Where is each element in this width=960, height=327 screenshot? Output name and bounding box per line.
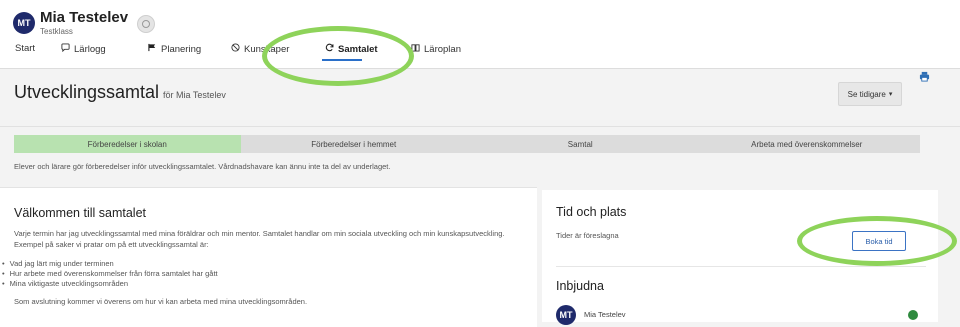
nav-item-start[interactable]: Start	[15, 43, 35, 54]
see-earlier-label: Se tidigare	[847, 89, 886, 99]
invited-name: Mia Testelev	[584, 310, 626, 319]
welcome-text: Varje termin har jag utvecklingssamtal m…	[14, 229, 505, 249]
nav-item-label: Kunskaper	[244, 43, 290, 55]
nav-item-larlogg[interactable]: Lärlogg	[61, 43, 106, 55]
steps-note: Elever och lärare gör förberedelser infö…	[14, 162, 391, 171]
nav-item-label: Lärlogg	[74, 43, 106, 55]
print-icon[interactable]	[919, 71, 930, 85]
divider	[0, 187, 537, 188]
page-title: Utvecklingssamtal för Mia Testelev	[14, 82, 226, 103]
nav-item-laroplan[interactable]: Läroplan	[411, 43, 461, 55]
refresh-icon	[325, 43, 334, 55]
list-item: Mina viktigaste utvecklingsområden	[2, 279, 218, 289]
welcome-title: Välkommen till samtalet	[14, 206, 146, 220]
step-agreements[interactable]: Arbeta med överenskommelser	[693, 135, 920, 153]
target-icon	[231, 43, 240, 55]
nav-item-kunskaper[interactable]: Kunskaper	[231, 43, 289, 55]
settings-icon[interactable]	[137, 15, 155, 33]
user-avatar[interactable]: MT	[13, 12, 35, 34]
user-name: Mia Testelev	[40, 9, 129, 26]
nav-item-planering[interactable]: Planering	[148, 43, 201, 55]
page-title-for: för Mia Testelev	[163, 90, 226, 100]
status-badge	[908, 310, 918, 320]
nav-item-samtalet[interactable]: Samtalet	[325, 43, 378, 55]
step-conversation[interactable]: Samtal	[467, 135, 694, 153]
see-earlier-dropdown[interactable]: Se tidigare ▾	[838, 82, 902, 106]
speech-bubble-icon	[61, 43, 70, 55]
welcome-closing: Som avslutning kommer vi överens om hur …	[14, 297, 308, 306]
time-place-title: Tid och plats	[556, 205, 627, 219]
step-home-prep[interactable]: Förberedelser i hemmet	[240, 135, 467, 153]
nav-item-label: Planering	[161, 43, 202, 55]
invited-title: Inbjudna	[556, 279, 604, 293]
divider	[0, 68, 960, 69]
process-steps: Förberedelser i skolan Förberedelser i h…	[14, 135, 920, 153]
book-icon	[411, 43, 420, 55]
nav-item-label: Samtalet	[338, 43, 378, 55]
book-time-button[interactable]: Boka tid	[852, 231, 906, 251]
list-item: Vad jag lärt mig under terminen	[2, 259, 218, 269]
nav-item-label: Läroplan	[424, 43, 461, 55]
invited-avatar: MT	[556, 305, 576, 325]
step-school-prep[interactable]: Förberedelser i skolan	[14, 135, 241, 153]
time-status: Tider är föreslagna	[556, 231, 619, 240]
divider	[556, 266, 926, 267]
user-class: Testklass	[40, 27, 73, 36]
divider	[0, 126, 960, 127]
caret-down-icon: ▾	[888, 91, 893, 98]
flag-icon	[148, 43, 157, 55]
top-bar: MT Mia Testelev Testklass Start Lärlogg …	[0, 0, 960, 68]
list-item: Hur arbete med överenskommelser från för…	[2, 269, 218, 279]
nav-item-label: Start	[15, 43, 36, 54]
active-tab-indicator	[322, 59, 362, 61]
page-title-text: Utvecklingssamtal	[14, 82, 160, 102]
welcome-bullets: Vad jag lärt mig under terminen Hur arbe…	[2, 259, 218, 289]
